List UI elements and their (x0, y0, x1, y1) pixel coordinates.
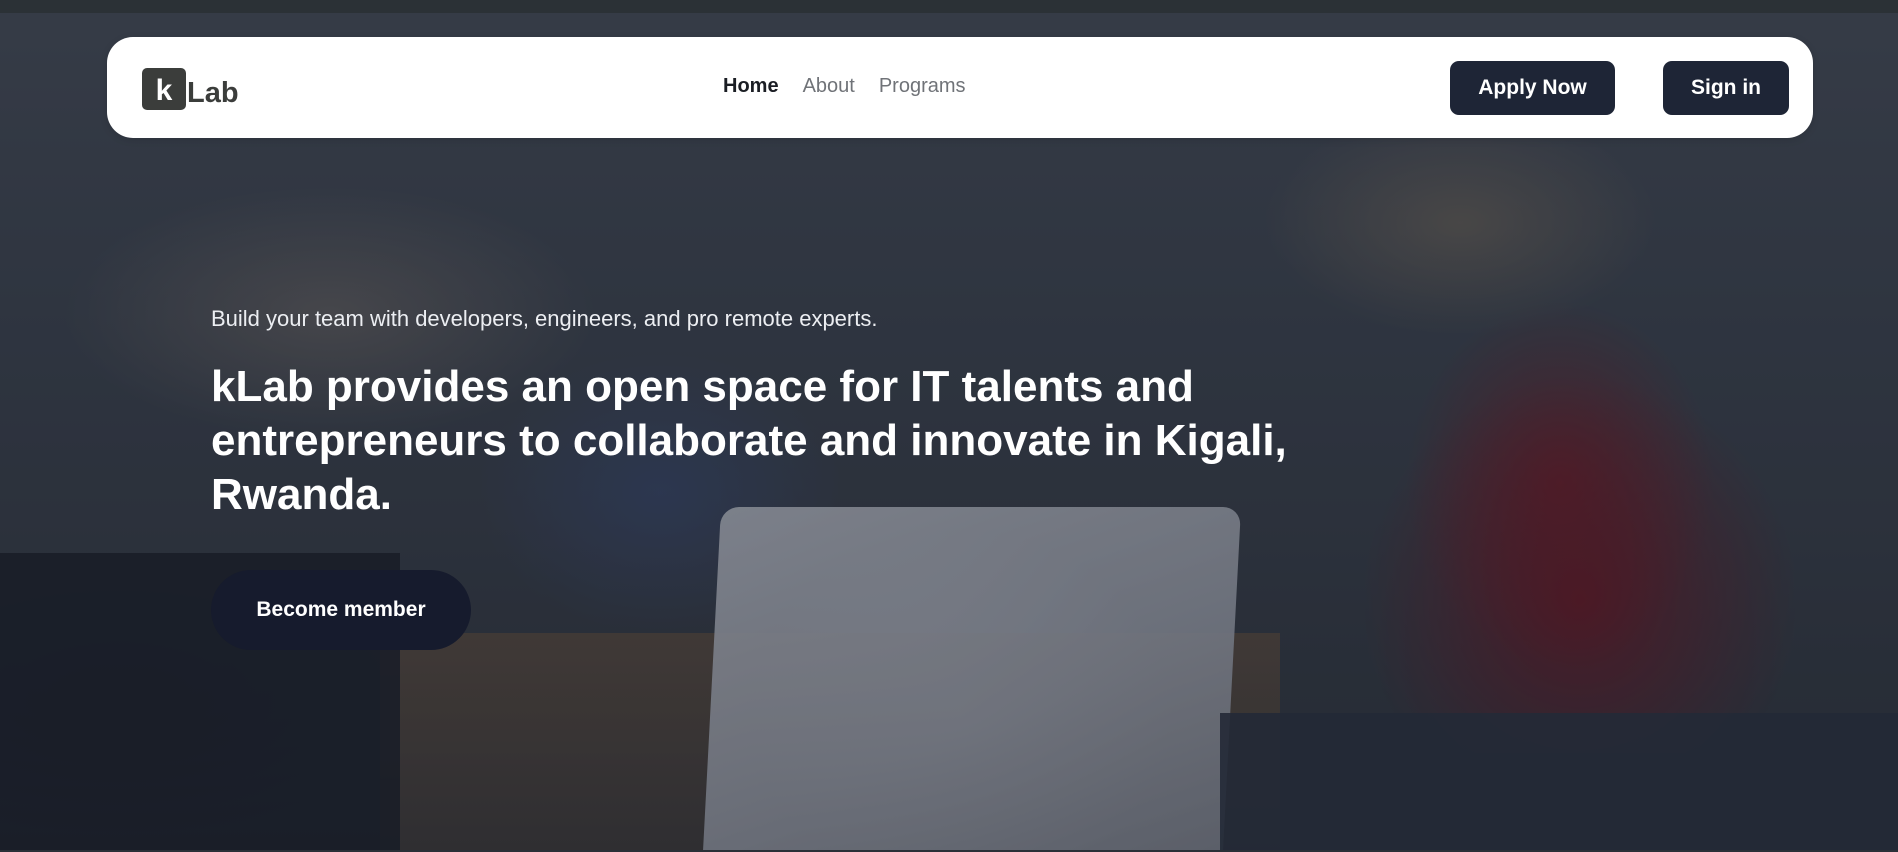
logo-mark: k (142, 68, 186, 110)
nav-link-about[interactable]: About (803, 75, 855, 98)
apply-now-button[interactable]: Apply Now (1450, 61, 1615, 115)
become-member-button[interactable]: Become member (211, 570, 471, 650)
sign-in-button[interactable]: Sign in (1663, 61, 1789, 115)
nav-link-home[interactable]: Home (723, 75, 779, 98)
nav-links: Home About Programs (723, 75, 966, 98)
nav-link-programs[interactable]: Programs (879, 75, 966, 98)
logo[interactable]: k Lab (142, 67, 239, 111)
hero-headline: kLab provides an open space for IT talen… (211, 362, 1287, 519)
logo-text: Lab (187, 76, 239, 109)
navbar: k Lab Home About Programs Apply Now Sign… (107, 37, 1813, 138)
hero-tagline: Build your team with developers, enginee… (211, 306, 878, 331)
browser-top-strip (0, 0, 1898, 13)
